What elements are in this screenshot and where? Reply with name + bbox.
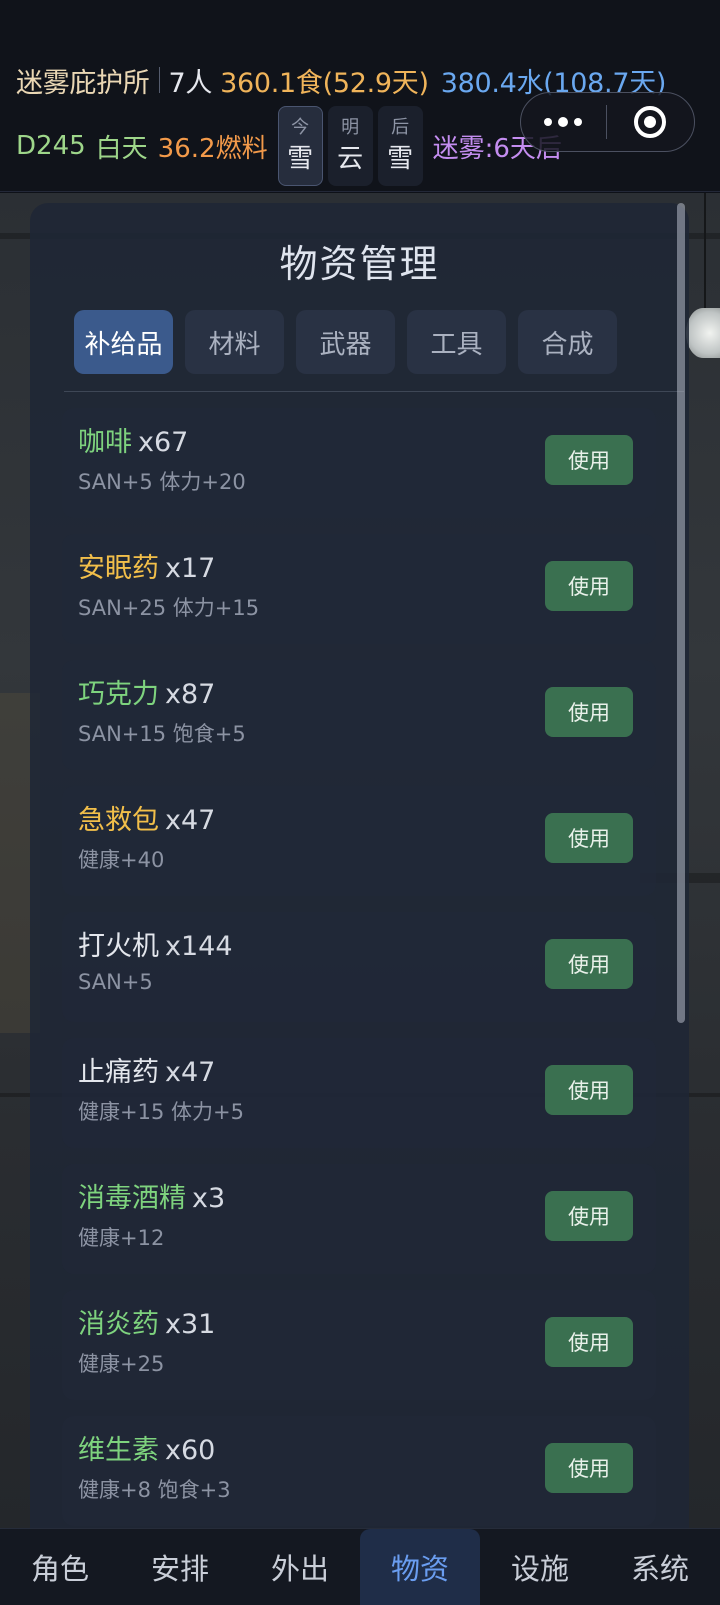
- bottom-nav: 角色 安排 外出 物资 设施 系统: [0, 1528, 720, 1605]
- more-dots-icon[interactable]: [521, 117, 606, 127]
- use-button[interactable]: 使用: [545, 1443, 633, 1493]
- weather-today: 今 雪: [277, 106, 323, 186]
- item-quantity: x47: [165, 1057, 216, 1088]
- list-item: 消毒酒精 x3 健康+12 使用: [62, 1164, 656, 1274]
- item-effect: 健康+25: [78, 1352, 165, 1376]
- nav-expedition[interactable]: 外出: [240, 1529, 360, 1605]
- item-quantity: x67: [138, 427, 189, 458]
- nav-characters[interactable]: 角色: [0, 1529, 120, 1605]
- item-name: 急救包: [78, 805, 159, 836]
- item-effect: 健康+8 饱食+3: [78, 1478, 231, 1502]
- inventory-panel: 物资管理 补给品 材料 武器 工具 合成 咖啡 x67 SAN+5 体力+20 使…: [30, 203, 689, 1528]
- item-name: 咖啡: [78, 427, 132, 458]
- item-name-row: 消毒酒精 x3: [78, 1176, 225, 1215]
- shelter-name: 迷雾庇护所: [16, 67, 150, 99]
- item-quantity: x144: [165, 931, 233, 962]
- item-name-row: 止痛药 x47: [78, 1050, 215, 1089]
- item-name: 打火机: [78, 931, 159, 962]
- weather-day-label: 明: [341, 117, 360, 138]
- use-button[interactable]: 使用: [545, 561, 633, 611]
- food-stock: 360.1食(52.9天): [220, 67, 429, 99]
- people-count: 7人: [168, 67, 213, 99]
- day-row: D245 白天 36.2燃料 今 雪 明 云 后 雪 迷雾:6天后: [16, 104, 562, 188]
- wire: [704, 193, 706, 311]
- list-item: 急救包 x47 健康+40 使用: [62, 786, 656, 896]
- status-bar: 迷雾庇护所 7人 360.1食(52.9天) 380.4水(108.7天) D2…: [0, 0, 720, 192]
- item-list: 咖啡 x67 SAN+5 体力+20 使用 安眠药 x17 SAN+25 体力+15…: [62, 408, 656, 1528]
- weather-value: 雪: [287, 144, 314, 174]
- weather-day-label: 后: [391, 117, 410, 138]
- scrollbar[interactable]: [677, 203, 685, 1023]
- item-quantity: x60: [165, 1435, 216, 1466]
- light-bulb: [686, 308, 720, 358]
- use-button[interactable]: 使用: [545, 813, 633, 863]
- item-quantity: x87: [165, 679, 216, 710]
- weather-value: 雪: [387, 144, 414, 174]
- category-tabs: 补给品 材料 武器 工具 合成: [74, 310, 617, 374]
- nav-schedule[interactable]: 安排: [120, 1529, 240, 1605]
- use-button[interactable]: 使用: [545, 1065, 633, 1115]
- item-effect: SAN+25 体力+15: [78, 596, 260, 620]
- item-effect: SAN+15 饱食+5: [78, 722, 246, 746]
- item-quantity: x3: [192, 1183, 226, 1214]
- list-item: 咖啡 x67 SAN+5 体力+20 使用: [62, 408, 656, 518]
- item-name-row: 打火机 x144: [78, 924, 233, 963]
- list-item: 消炎药 x31 健康+25 使用: [62, 1290, 656, 1400]
- weather-forecast: 今 雪 明 云 后 雪: [277, 106, 423, 186]
- list-item: 打火机 x144 SAN+5 使用: [62, 912, 656, 1022]
- tab-crafting[interactable]: 合成: [518, 310, 617, 374]
- item-name-row: 安眠药 x17: [78, 546, 215, 585]
- fuel-stock: 36.2燃料: [157, 133, 268, 164]
- item-name-row: 巧克力 x87: [78, 672, 215, 711]
- item-effect: 健康+40: [78, 848, 165, 872]
- tab-tools[interactable]: 工具: [407, 310, 506, 374]
- item-name-row: 咖啡 x67: [78, 420, 188, 459]
- daytime-label: 白天: [95, 133, 148, 164]
- day-counter: D245: [16, 131, 86, 161]
- target-icon[interactable]: [607, 106, 695, 138]
- item-name-row: 维生素 x60: [78, 1428, 215, 1467]
- list-item: 维生素 x60 健康+8 饱食+3 使用: [62, 1416, 656, 1526]
- panel-title: 物资管理: [279, 242, 440, 286]
- separator: [158, 67, 160, 93]
- item-effect: 健康+15 体力+5: [78, 1100, 244, 1124]
- weather-tomorrow: 明 云: [327, 106, 373, 186]
- item-quantity: x47: [165, 805, 216, 836]
- weather-day-label: 今: [291, 117, 310, 138]
- item-effect: 健康+12: [78, 1226, 165, 1250]
- list-item: 巧克力 x87 SAN+15 饱食+5 使用: [62, 660, 656, 770]
- item-name: 消炎药: [78, 1309, 159, 1340]
- item-effect: SAN+5 体力+20: [78, 470, 246, 494]
- item-name: 维生素: [78, 1435, 159, 1466]
- weather-value: 云: [337, 144, 364, 174]
- item-effect: SAN+5: [78, 970, 153, 994]
- divider: [64, 391, 684, 392]
- use-button[interactable]: 使用: [545, 687, 633, 737]
- use-button[interactable]: 使用: [545, 939, 633, 989]
- item-name: 消毒酒精: [78, 1183, 186, 1214]
- use-button[interactable]: 使用: [545, 435, 633, 485]
- tab-supplies[interactable]: 补给品: [74, 310, 173, 374]
- item-quantity: x31: [165, 1309, 216, 1340]
- use-button[interactable]: 使用: [545, 1191, 633, 1241]
- nav-supplies[interactable]: 物资: [360, 1529, 480, 1605]
- item-name-row: 消炎药 x31: [78, 1302, 215, 1341]
- tab-weapons[interactable]: 武器: [296, 310, 395, 374]
- nav-system[interactable]: 系统: [600, 1529, 720, 1605]
- tab-materials[interactable]: 材料: [185, 310, 284, 374]
- weather-day-after: 后 雪: [377, 106, 423, 186]
- miniprogram-capsule: [520, 92, 695, 152]
- item-name: 巧克力: [78, 679, 159, 710]
- list-item: 止痛药 x47 健康+15 体力+5 使用: [62, 1038, 656, 1148]
- item-name-row: 急救包 x47: [78, 798, 215, 837]
- list-item: 安眠药 x17 SAN+25 体力+15 使用: [62, 534, 656, 644]
- nav-facilities[interactable]: 设施: [480, 1529, 600, 1605]
- item-name: 安眠药: [78, 553, 159, 584]
- item-quantity: x17: [165, 553, 216, 584]
- item-name: 止痛药: [78, 1057, 159, 1088]
- use-button[interactable]: 使用: [545, 1317, 633, 1367]
